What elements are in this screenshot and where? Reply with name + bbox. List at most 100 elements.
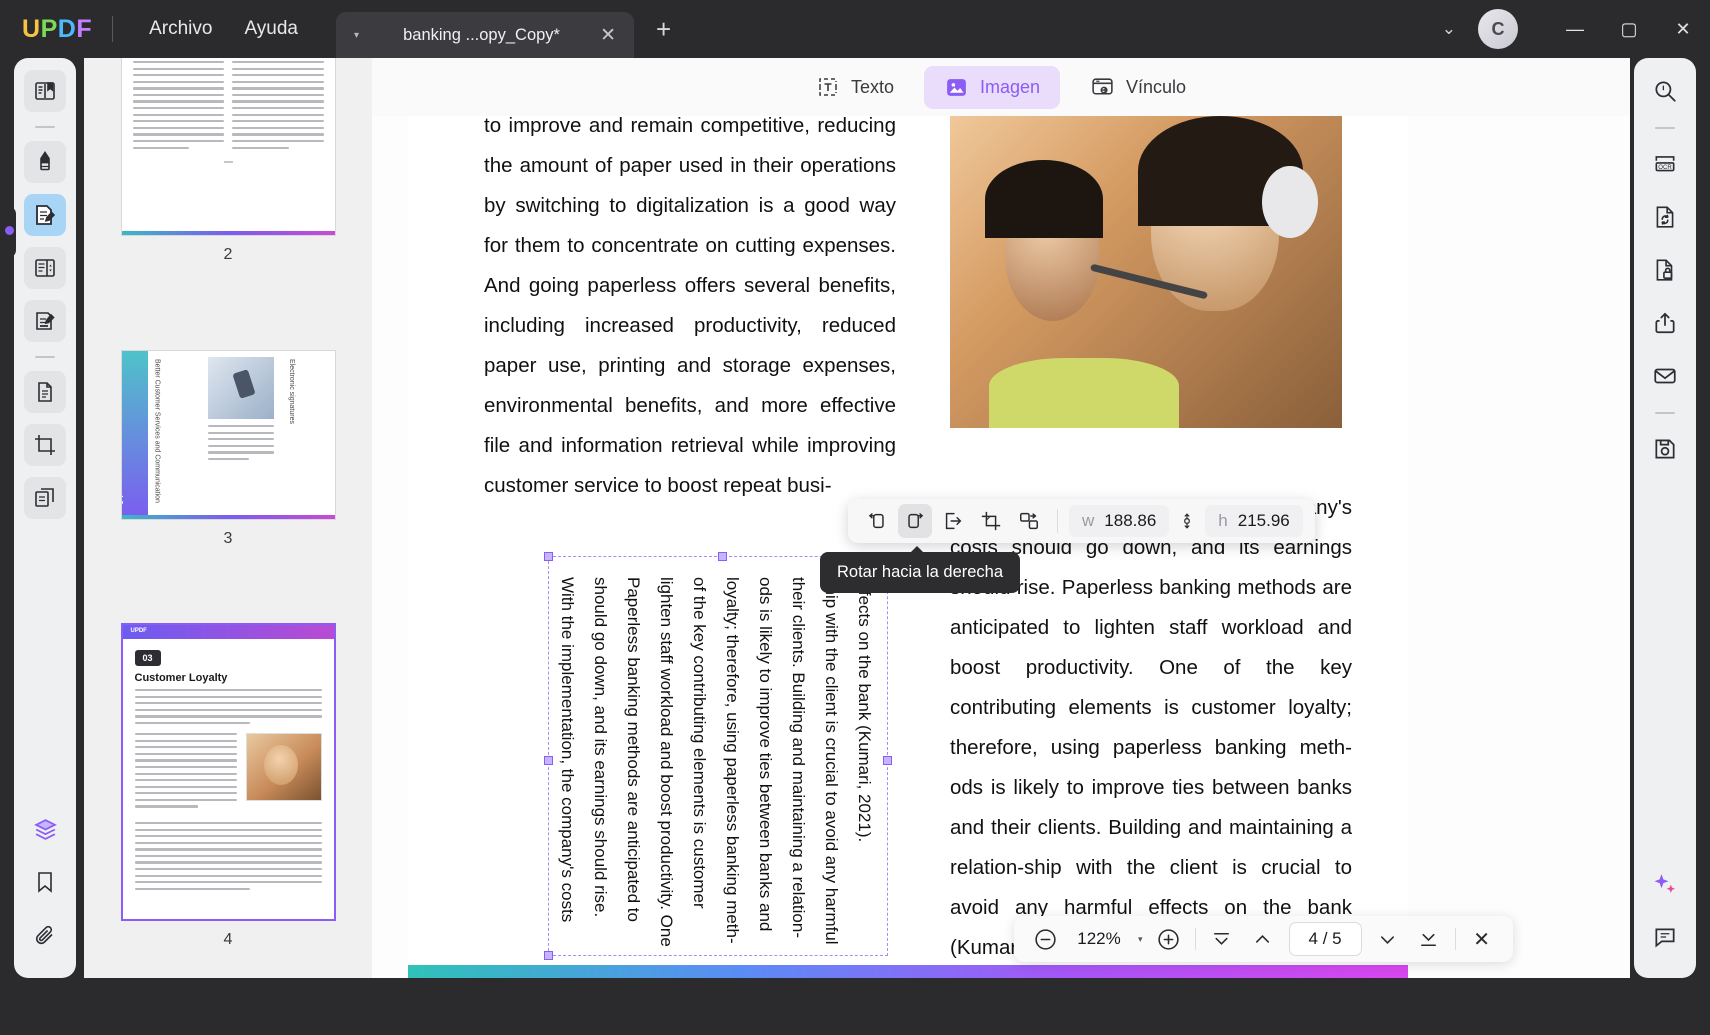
last-page-button[interactable]	[1414, 924, 1444, 954]
replace-image-button[interactable]	[1012, 504, 1046, 538]
divider	[112, 16, 114, 42]
extract-image-button[interactable]	[936, 504, 970, 538]
page-indicator[interactable]: 4 / 5	[1288, 922, 1362, 956]
thumbnail-panel[interactable]: Across Banks and Financial Firms	[84, 58, 372, 978]
sidebar-item-organize-pages[interactable]	[24, 247, 66, 289]
document-left-column[interactable]: to improve and remain competitive, reduc…	[484, 116, 896, 506]
sidebar-item-edit-pdf[interactable]	[24, 194, 66, 236]
maximize-button[interactable]: ▢	[1602, 0, 1656, 58]
convert-icon[interactable]	[1644, 196, 1686, 238]
sidebar-item-compare[interactable]	[24, 477, 66, 519]
divider	[1194, 928, 1196, 950]
thumbnail-page-2[interactable]: Across Banks and Financial Firms	[120, 58, 336, 236]
zoom-level[interactable]: 122%	[1071, 929, 1127, 949]
rotated-line: ship with the client is crucial to avoid…	[822, 577, 841, 945]
save-icon[interactable]	[1644, 428, 1686, 470]
tab-texto[interactable]: Texto	[796, 66, 914, 108]
close-nav-button[interactable]: ✕	[1467, 924, 1497, 954]
chevron-down-icon[interactable]: ▾	[1138, 934, 1143, 945]
menu-ayuda[interactable]: Ayuda	[228, 12, 314, 46]
divider	[35, 356, 55, 358]
zoom-out-button[interactable]	[1030, 924, 1060, 954]
share-icon[interactable]	[1644, 302, 1686, 344]
tab-label: Imagen	[979, 76, 1041, 97]
thumbnail-page-3[interactable]: 04 Better Customer Services and Communic…	[120, 350, 336, 520]
sidebar-item-convert[interactable]	[24, 371, 66, 413]
link-ratio-icon[interactable]	[1173, 506, 1201, 536]
thumb-footer-bar	[121, 231, 335, 235]
svg-text:OCR: OCR	[1658, 165, 1672, 171]
resize-handle-sw[interactable]	[544, 951, 553, 960]
sidebar-item-reader[interactable]	[24, 70, 66, 112]
thumb-column-right	[232, 61, 324, 153]
prev-page-button[interactable]	[1248, 924, 1278, 954]
sidebar-item-layers[interactable]	[24, 808, 66, 850]
thumb-badge: 03	[134, 650, 161, 666]
face-graphic	[264, 744, 299, 785]
resize-handle-e[interactable]	[883, 756, 892, 765]
thumb-badge: 04	[120, 494, 125, 505]
height-field[interactable]: h 215.96	[1205, 505, 1303, 537]
pdf-page[interactable]: to improve and remain competitive, reduc…	[408, 116, 1408, 978]
edit-mode-bar: Texto Imagen Vínculo	[372, 58, 1630, 116]
selected-image-object[interactable]: effects on the bank (Kumari, 2021). ship…	[544, 552, 892, 960]
chat-icon[interactable]	[1644, 916, 1686, 958]
resize-handle-n[interactable]	[718, 552, 727, 561]
logo-letter-f: F	[76, 14, 93, 43]
sidebar-item-bookmarks[interactable]	[24, 861, 66, 903]
minimize-button[interactable]: —	[1548, 0, 1602, 58]
width-value[interactable]: 188.86	[1104, 511, 1156, 531]
sidebar-item-form[interactable]	[24, 300, 66, 342]
thumbnail-item[interactable]: Across Banks and Financial Firms	[84, 58, 372, 264]
rotated-line: effects on the bank (Kumari, 2021).	[855, 577, 874, 843]
close-window-button[interactable]: ✕	[1656, 0, 1710, 58]
rotated-line: lighten staff workload and boost product…	[657, 577, 676, 947]
headset-earpiece	[1262, 165, 1319, 238]
width-label: w	[1082, 511, 1095, 530]
logo-letter-u: U	[22, 14, 41, 43]
email-icon[interactable]	[1644, 355, 1686, 397]
divider	[35, 126, 55, 128]
crop-image-button[interactable]	[974, 504, 1008, 538]
person-b-shirt	[989, 358, 1180, 428]
new-tab-button[interactable]: +	[656, 14, 671, 45]
rotated-line: Paperless banking methods are anticipate…	[624, 577, 643, 922]
search-icon[interactable]	[1644, 70, 1686, 112]
thumb-columns	[122, 58, 335, 153]
document-tab[interactable]: ▾ banking ...opy_Copy* ✕	[335, 12, 634, 58]
page-footer-bar	[408, 965, 1408, 978]
rotated-line: ods is likely to improve ties between ba…	[756, 577, 775, 932]
document-image[interactable]	[950, 116, 1342, 428]
next-page-button[interactable]	[1373, 924, 1403, 954]
thumbnail-item[interactable]: 04 Better Customer Services and Communic…	[84, 350, 372, 548]
divider	[1655, 412, 1675, 414]
sidebar-item-crop[interactable]	[24, 424, 66, 466]
avatar[interactable]: C	[1478, 9, 1518, 49]
thumbnail-page-4[interactable]: UPDF 03 Customer Loyalty	[120, 623, 336, 921]
chevron-down-icon[interactable]: ⌄	[1442, 19, 1456, 39]
image-icon	[944, 75, 969, 100]
menu-archivo[interactable]: Archivo	[133, 12, 228, 46]
height-value[interactable]: 215.96	[1238, 511, 1290, 531]
link-icon	[1090, 75, 1115, 100]
resize-handle-nw[interactable]	[544, 552, 553, 561]
ocr-icon[interactable]: OCR	[1644, 143, 1686, 185]
protect-icon[interactable]	[1644, 249, 1686, 291]
tab-vinculo[interactable]: Vínculo	[1070, 66, 1206, 109]
tab-imagen[interactable]: Imagen	[923, 65, 1061, 109]
width-field[interactable]: w 188.86	[1069, 505, 1170, 537]
thumb-footer-bar	[121, 515, 335, 519]
right-tool-rail: OCR	[1634, 58, 1696, 978]
phone-graphic	[232, 368, 256, 399]
sidebar-item-comment[interactable]	[24, 141, 66, 183]
zoom-in-button[interactable]	[1154, 924, 1184, 954]
rotate-right-button[interactable]	[898, 504, 932, 538]
sidebar-item-attachments[interactable]	[24, 914, 66, 956]
first-page-button[interactable]	[1207, 924, 1237, 954]
rotate-left-button[interactable]	[860, 504, 894, 538]
close-icon[interactable]: ✕	[600, 24, 616, 47]
resize-handle-w[interactable]	[544, 756, 553, 765]
document-area: Texto Imagen Vínculo to improve and rema…	[372, 58, 1630, 978]
thumbnail-item[interactable]: UPDF 03 Customer Loyalty 4	[84, 623, 372, 949]
ai-assistant-icon[interactable]	[1644, 863, 1686, 905]
